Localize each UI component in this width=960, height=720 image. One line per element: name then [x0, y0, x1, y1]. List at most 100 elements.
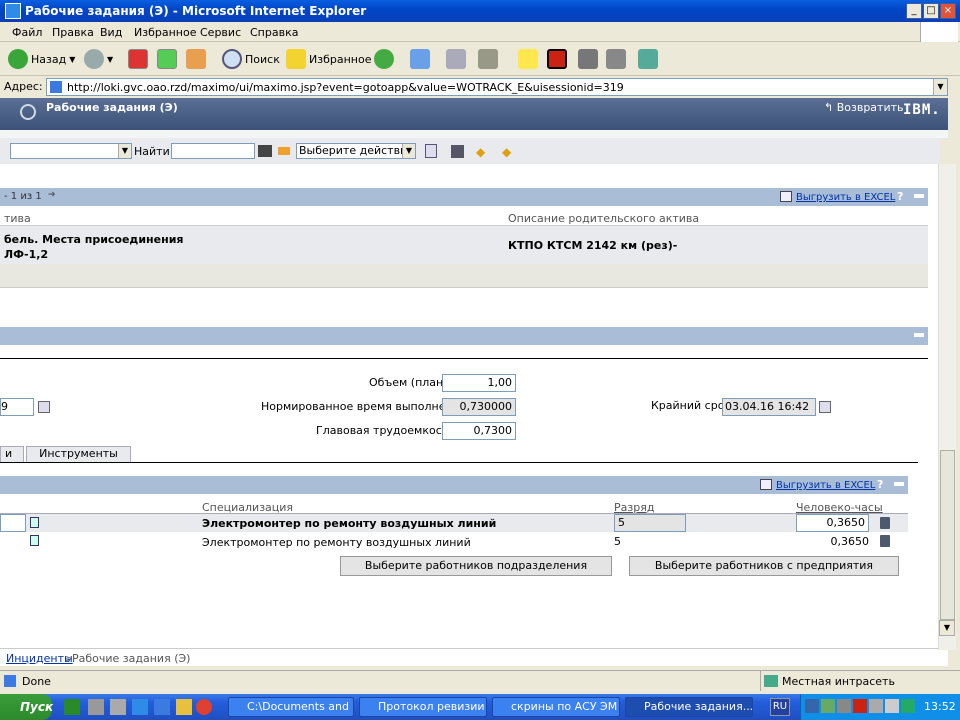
- detail-icon[interactable]: [30, 517, 39, 528]
- tab-labor[interactable]: и: [0, 446, 24, 462]
- clock: 13:52: [924, 700, 956, 713]
- delete-icon[interactable]: [880, 517, 890, 529]
- stop-icon[interactable]: [128, 49, 148, 69]
- table-row[interactable]: Электромонтер по ремонту воздушных линий…: [0, 532, 908, 550]
- detail-icon[interactable]: [30, 535, 39, 546]
- assets-export-link[interactable]: Выгрузить в EXCEL: [796, 192, 895, 203]
- refresh-icon[interactable]: [157, 49, 177, 69]
- filter-icon[interactable]: [278, 147, 290, 155]
- menu-view[interactable]: Вид: [100, 26, 122, 39]
- maximize-button[interactable]: □: [923, 3, 939, 19]
- quicklaunch-icon[interactable]: [154, 699, 170, 715]
- start-date-field[interactable]: 9: [0, 398, 34, 416]
- labor-export-link[interactable]: Выгрузить в EXCEL: [776, 480, 875, 491]
- collapse-icon[interactable]: [894, 482, 904, 486]
- save-icon[interactable]: [451, 145, 464, 158]
- delete-icon[interactable]: [880, 535, 890, 547]
- task-word-screens[interactable]: скрины по АСУ ЭМ ...: [492, 697, 620, 717]
- task-explorer[interactable]: C:\Documents and S...: [228, 697, 354, 717]
- menu-favorites[interactable]: Избранное: [134, 26, 196, 39]
- app-toolbar: ▼ Найти: Выберите действие ▼ ◆ ◆: [0, 138, 940, 164]
- windows-logo-icon: [920, 22, 958, 42]
- tray-icon[interactable]: [869, 699, 883, 713]
- menu-tools[interactable]: Сервис: [200, 26, 241, 39]
- notes-icon[interactable]: [518, 49, 538, 69]
- print-icon[interactable]: [446, 49, 466, 69]
- address-label: Адрес:: [4, 80, 43, 93]
- start-button[interactable]: Пуск: [0, 694, 53, 720]
- tray-icon[interactable]: [885, 699, 899, 713]
- labor-grade-field[interactable]: 5: [614, 514, 686, 532]
- scrollbar-thumb[interactable]: [940, 450, 955, 620]
- search-button[interactable]: Поиск: [222, 48, 280, 70]
- menu-help[interactable]: Справка: [250, 26, 298, 39]
- select-enterprise-workers-button[interactable]: Выберите работников с предприятия: [629, 556, 899, 576]
- app-header: Рабочие задания (Э) ↰ Возвратить IBM.: [0, 98, 948, 130]
- forward-button[interactable]: ▼: [84, 48, 113, 70]
- address-url: http://loki.gvc.oao.rzd/maximo/ui/maximo…: [67, 81, 624, 94]
- home-icon[interactable]: [186, 49, 206, 69]
- collapse-icon[interactable]: [914, 333, 924, 337]
- breadcrumb-link[interactable]: Инциденты: [6, 652, 73, 665]
- labor-hours-field[interactable]: 0,3650: [796, 514, 869, 532]
- close-button[interactable]: ×: [940, 3, 956, 19]
- tray-icon[interactable]: [837, 699, 851, 713]
- media-icon[interactable]: [196, 699, 212, 715]
- task-word-protocol[interactable]: Протокол ревизии ...: [359, 697, 487, 717]
- quicklaunch-icon[interactable]: [88, 699, 104, 715]
- quicklaunch-icon[interactable]: [110, 699, 126, 715]
- minimize-button[interactable]: _: [906, 3, 922, 19]
- back-button[interactable]: Назад ▼: [8, 48, 75, 70]
- mail-icon[interactable]: [410, 49, 430, 69]
- help-icon[interactable]: ?: [897, 190, 903, 203]
- language-indicator[interactable]: RU: [770, 698, 790, 716]
- quicklaunch-icon[interactable]: [176, 699, 192, 715]
- tray-icon[interactable]: [901, 699, 915, 713]
- action-select[interactable]: Выберите действие ▼: [296, 143, 416, 159]
- favorites-button[interactable]: Избранное: [286, 48, 371, 70]
- calendar-icon[interactable]: [38, 401, 50, 413]
- menu-edit[interactable]: Правка: [52, 26, 94, 39]
- task-ie-workorders[interactable]: Рабочие задания...: [625, 697, 753, 717]
- tab-tools[interactable]: Инструменты: [26, 446, 131, 462]
- tray-icon[interactable]: [821, 699, 835, 713]
- status-text: Done: [22, 675, 51, 688]
- select-dept-workers-button[interactable]: Выберите работников подразделения: [340, 556, 612, 576]
- vertical-scrollbar[interactable]: ▼: [938, 164, 956, 650]
- labor-code-field[interactable]: [0, 514, 26, 532]
- help-icon[interactable]: ?: [877, 478, 883, 491]
- labor-field[interactable]: 0,7300: [442, 422, 516, 440]
- table-row[interactable]: бель. Места присоединения ЛФ-1,2 КТПО КТ…: [0, 226, 928, 264]
- query-select[interactable]: ▼: [10, 143, 132, 159]
- next-page-icon[interactable]: ➔: [48, 190, 56, 200]
- next-icon[interactable]: ◆: [502, 145, 511, 159]
- export-icon: [760, 479, 772, 490]
- edit-icon[interactable]: [478, 49, 498, 69]
- previous-icon[interactable]: ◆: [476, 145, 485, 159]
- history-icon[interactable]: [374, 49, 394, 69]
- kaspersky-icon[interactable]: [547, 49, 567, 69]
- volume-field[interactable]: 1,00: [442, 374, 516, 392]
- kaspersky-icon[interactable]: [853, 699, 867, 713]
- menu-file[interactable]: Файл: [12, 26, 42, 39]
- ibm-logo: IBM.: [903, 102, 941, 118]
- binoculars-icon[interactable]: [258, 145, 272, 157]
- back-link[interactable]: ↰ Возвратить: [824, 101, 904, 114]
- messenger-icon[interactable]: [578, 49, 598, 69]
- deadline-field[interactable]: 03.04.16 16:42: [722, 398, 816, 416]
- tray-icon[interactable]: [805, 699, 819, 713]
- address-dropdown-icon[interactable]: ▼: [933, 79, 947, 95]
- new-record-icon[interactable]: [425, 144, 437, 158]
- scroll-down-icon[interactable]: ▼: [939, 620, 955, 636]
- labor-section-header: Выгрузить в EXCEL ?: [0, 476, 908, 494]
- ie-icon[interactable]: [132, 699, 148, 715]
- calendar-icon[interactable]: [819, 401, 831, 413]
- tool-icon[interactable]: [638, 49, 658, 69]
- address-field[interactable]: http://loki.gvc.oao.rzd/maximo/ui/maximo…: [46, 78, 948, 96]
- tree-icon[interactable]: [64, 699, 80, 715]
- find-input[interactable]: [171, 143, 255, 159]
- research-icon[interactable]: [606, 49, 626, 69]
- breadcrumb: Инциденты > Рабочие задания (Э): [0, 650, 948, 666]
- table-row[interactable]: Электромонтер по ремонту воздушных линий…: [0, 514, 908, 532]
- collapse-icon[interactable]: [914, 194, 924, 198]
